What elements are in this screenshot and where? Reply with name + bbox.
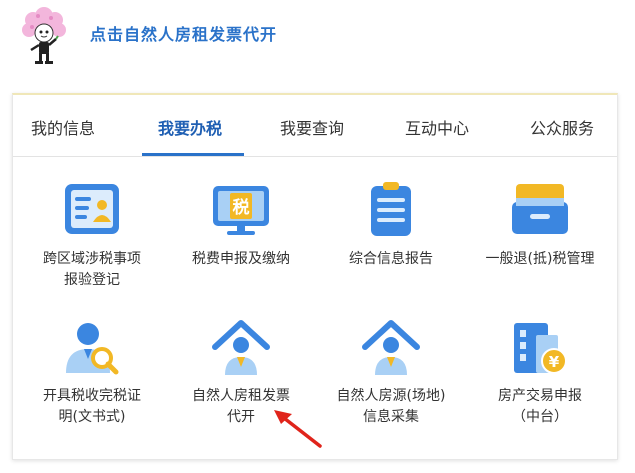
tab-interaction-center[interactable]: 互动中心 [405, 115, 469, 139]
tab-bar: 我的信息 我要办税 我要查询 互动中心 公众服务 [13, 95, 617, 157]
tab-query[interactable]: 我要查询 [280, 115, 344, 139]
service-label: 综合信息报告 [349, 251, 433, 267]
service-tax-declaration-payment[interactable]: 税 税费申报及缴纳 [171, 180, 311, 270]
svg-text:税: 税 [233, 197, 250, 218]
service-label: 一般退(抵)税管理 [485, 251, 595, 267]
tab-public-service[interactable]: 公众服务 [530, 115, 594, 139]
service-label: 自然人房源(场地) 信息采集 [336, 388, 446, 425]
building-yuan-icon: ¥ [514, 323, 567, 374]
person-search-icon [66, 323, 119, 375]
service-label: 税费申报及缴纳 [192, 251, 290, 267]
service-panel: 我的信息 我要办税 我要查询 互动中心 公众服务 跨区域涉税事项报验登记 税 [12, 93, 618, 460]
service-property-transaction-declaration[interactable]: ¥ 房产交易申报 （中台） [470, 317, 610, 428]
service-label: 跨区域涉税事项 报验登记 [43, 251, 141, 288]
monitor-tax-icon: 税 [213, 186, 269, 235]
tab-my-info[interactable]: 我的信息 [31, 115, 95, 139]
service-cross-region-registration[interactable]: 跨区域涉税事项 报验登记 [22, 180, 162, 291]
house-person-icon [212, 320, 270, 375]
service-tax-payment-certificate[interactable]: 开具税收完税证 明(文书式) [22, 317, 162, 428]
house-person-icon [362, 320, 420, 375]
service-tax-refund-management[interactable]: 一般退(抵)税管理 [470, 180, 610, 270]
service-info-report[interactable]: 综合信息报告 [321, 180, 461, 270]
service-housing-info-collection[interactable]: 自然人房源(场地) 信息采集 [321, 317, 461, 428]
tab-tax-handling[interactable]: 我要办税 [158, 115, 222, 139]
svg-text:¥: ¥ [549, 353, 560, 371]
drawer-icon [512, 184, 568, 234]
pointer-arrow-icon [274, 410, 322, 448]
page-title: 点击自然人房租发票代开 [90, 25, 278, 44]
id-card-icon [65, 184, 119, 234]
active-tab-indicator [142, 153, 244, 156]
mascot-logo [22, 7, 66, 64]
service-label: 房产交易申报 （中台） [498, 388, 582, 425]
clipboard-icon [371, 182, 411, 236]
service-label: 开具税收完税证 明(文书式) [43, 388, 141, 425]
